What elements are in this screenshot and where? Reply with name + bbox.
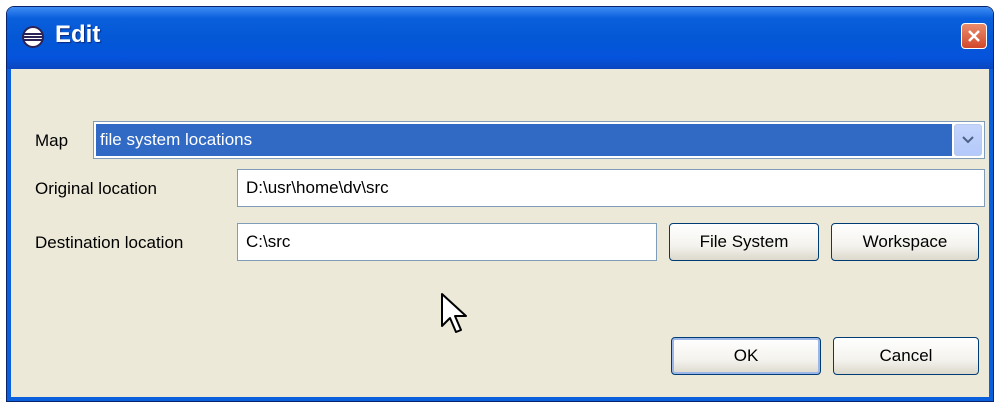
window-frame-left [7,69,11,401]
ok-button[interactable]: OK [671,337,821,375]
original-location-field[interactable]: D:\usr\home\dv\src [237,169,985,207]
destination-location-field[interactable]: C:\src [237,223,657,261]
workspace-button[interactable]: Workspace [831,223,979,261]
close-button[interactable] [961,23,987,49]
title-bar[interactable]: Edit [7,7,993,69]
map-dropdown[interactable]: file system locations [93,121,985,159]
eclipse-icon [22,26,44,48]
edit-dialog: Edit Map file system locations Original … [6,6,994,402]
destination-location-label: Destination location [35,233,184,252]
cancel-button[interactable]: Cancel [833,337,979,375]
window-frame-bottom [7,397,993,401]
dropdown-arrow-button[interactable] [954,124,982,156]
dialog-title: Edit [55,21,101,48]
mouse-pointer-icon [441,293,467,333]
close-icon [968,30,980,42]
map-selected-value: file system locations [96,124,952,156]
window-frame-right [989,69,993,401]
map-label: Map [35,131,69,150]
original-location-label: Original location [35,179,157,198]
chevron-down-icon [962,136,974,144]
file-system-button[interactable]: File System [669,223,819,261]
